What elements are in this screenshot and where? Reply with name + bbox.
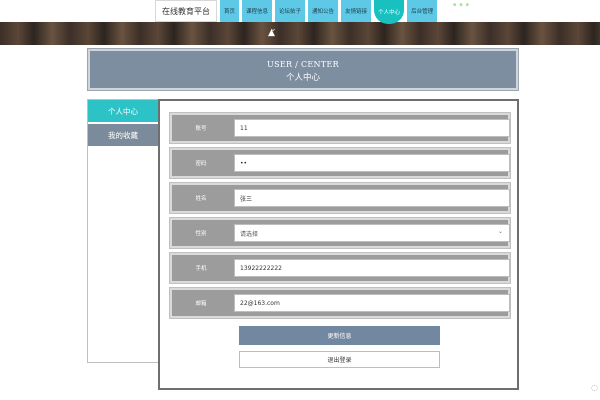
mouse-cursor-icon: ▲ bbox=[268, 28, 275, 38]
account-label: 账号 bbox=[195, 126, 207, 132]
nav-admin[interactable]: 后台管理 bbox=[407, 0, 438, 22]
email-label: 邮箱 bbox=[195, 301, 207, 307]
site-brand[interactable]: 在线教育平台 bbox=[155, 0, 217, 22]
form-row-email: 邮箱 22@163.com bbox=[169, 287, 511, 319]
banner-image bbox=[0, 22, 600, 45]
password-field[interactable]: •• bbox=[234, 154, 510, 172]
main-nav: 首页 课程信息 论坛帖子 通知公告 友情链接 个人中心 后台管理 bbox=[220, 0, 440, 24]
banner-text: ... bbox=[452, 0, 471, 10]
form-row-name: 姓名 张三 bbox=[169, 182, 511, 214]
nav-forum[interactable]: 论坛帖子 bbox=[275, 0, 306, 22]
name-field[interactable]: 张三 bbox=[234, 189, 510, 207]
sidebar-item-user-center[interactable]: 个人中心 bbox=[88, 100, 158, 122]
update-button[interactable]: 更新信息 bbox=[239, 326, 440, 345]
page-title-box: USER / CENTER 个人中心 bbox=[87, 48, 519, 91]
loading-icon: ◌ bbox=[591, 383, 598, 392]
form-row-phone: 手机 13922222222 bbox=[169, 252, 511, 284]
phone-field[interactable]: 13922222222 bbox=[234, 259, 510, 277]
gender-select-value: 请选择 bbox=[240, 230, 259, 238]
phone-label: 手机 bbox=[195, 266, 207, 272]
page-title: 个人中心 bbox=[285, 73, 320, 83]
nav-home[interactable]: 首页 bbox=[220, 0, 240, 22]
name-label: 姓名 bbox=[195, 196, 207, 202]
nav-courses[interactable]: 课程信息 bbox=[242, 0, 273, 22]
chevron-down-icon: ⌄ bbox=[497, 228, 503, 235]
sidebar-item-favorites[interactable]: 我的收藏 bbox=[88, 124, 158, 146]
logout-button[interactable]: 退出登录 bbox=[239, 351, 440, 368]
password-label: 密码 bbox=[195, 161, 207, 167]
gender-label: 性别 bbox=[195, 231, 207, 237]
form-row-gender: 性别 请选择 ⌄ bbox=[169, 217, 511, 249]
nav-notices[interactable]: 通知公告 bbox=[308, 0, 339, 22]
profile-form: 账号 11 密码 •• 姓名 张三 性别 请选择 ⌄ 手机 1392222222… bbox=[158, 99, 519, 390]
account-field[interactable]: 11 bbox=[234, 119, 510, 137]
sidebar: 个人中心 我的收藏 bbox=[87, 99, 159, 363]
page-title-en: USER / CENTER bbox=[267, 60, 339, 69]
gender-select[interactable]: 请选择 ⌄ bbox=[234, 224, 510, 242]
form-row-account: 账号 11 bbox=[169, 112, 511, 144]
nav-user-center[interactable]: 个人中心 bbox=[374, 0, 405, 24]
email-field[interactable]: 22@163.com bbox=[234, 294, 510, 312]
nav-links[interactable]: 友情链接 bbox=[341, 0, 372, 22]
form-row-password: 密码 •• bbox=[169, 147, 511, 179]
